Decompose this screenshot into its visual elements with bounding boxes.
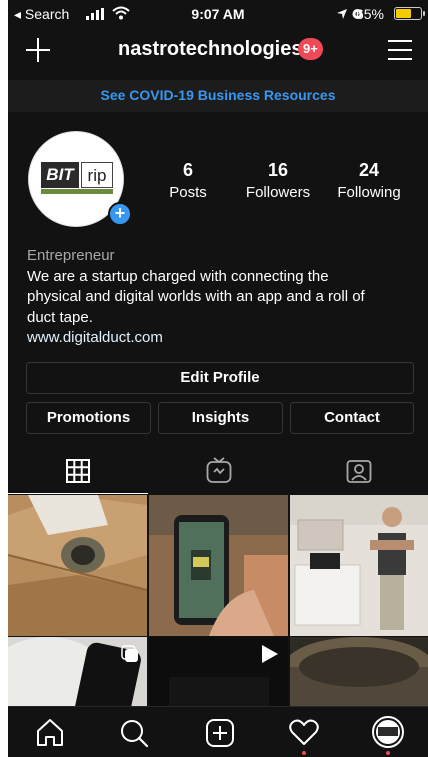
tab-igtv[interactable] [148,448,288,494]
multi-post-icon [121,645,138,662]
post-image-phone [149,495,288,636]
hamburger-menu-icon[interactable] [388,40,412,60]
create-plus-icon[interactable] [26,38,50,62]
followers-count: 16 [267,160,289,180]
video-play-icon [262,645,278,663]
tab-grid[interactable] [8,448,148,494]
bitrip-logo: BIT rip [41,162,113,196]
wifi-icon [112,6,130,20]
igtv-icon [206,457,232,483]
followers-label: Followers [245,184,311,201]
posts-count: 6 [182,160,193,180]
add-story-icon[interactable]: + [108,202,132,226]
nav-home[interactable] [30,713,70,753]
notification-badge[interactable]: 9+ [298,38,323,60]
post-image-man [290,495,428,636]
grid-icon [66,459,90,483]
profile-category: Entrepreneur [27,247,115,264]
edit-profile-button[interactable]: Edit Profile [26,362,414,394]
contact-button[interactable]: Contact [290,402,414,434]
insights-button[interactable]: Insights [158,402,283,434]
bio-line: physical and digital worlds with an app … [27,288,365,305]
status-bar: ◂ Search 9:07 AM 65% [8,0,428,26]
post-tile[interactable] [8,495,147,636]
profile-icon [372,716,404,748]
nav-profile[interactable] [368,713,408,755]
search-icon [121,720,149,748]
new-post-icon [206,719,234,747]
nav-new-post[interactable] [200,713,240,753]
profile-tabs [8,448,428,494]
home-icon [37,719,63,746]
account-username[interactable]: nastrotechnologies [118,38,302,61]
logo-bit-text: BIT [41,162,79,188]
tab-tagged[interactable] [288,448,428,494]
website-link[interactable]: www.digitalduct.com [27,328,417,349]
stat-followers[interactable]: 16 Followers [233,160,323,201]
profile-bio: Entrepreneur We are a startup charged wi… [27,246,417,349]
bio-line: duct tape. [27,308,93,326]
battery-percent: 65% [355,6,384,22]
stat-posts[interactable]: 6 Posts [143,160,233,201]
battery-icon [394,7,425,20]
location-icon [337,9,347,19]
tagged-icon [346,460,372,483]
bio-line: We are a startup charged with connecting… [27,267,329,285]
following-label: Following [337,184,401,201]
post-tile[interactable] [149,495,288,636]
profile-dot [386,751,390,755]
post-tile[interactable] [290,495,428,636]
following-count: 24 [358,160,380,180]
signal-icon [86,8,104,20]
stat-following[interactable]: 24 Following [324,160,414,201]
nav-search[interactable] [114,713,154,753]
logo-rip-text: rip [81,162,113,188]
activity-icon [289,719,319,745]
profile-header: nastrotechnologies 9+ [8,26,428,74]
posts-label: Posts [169,184,207,201]
post-image-box [8,495,147,636]
activity-dot [302,751,306,755]
promotions-button[interactable]: Promotions [26,402,151,434]
covid-resources-link[interactable]: See COVID-19 Business Resources [8,80,428,112]
phone-screen: ◂ Search 9:07 AM 65% nastrotechnologies … [8,0,428,757]
bottom-nav [8,706,428,757]
nav-activity[interactable] [284,713,324,755]
